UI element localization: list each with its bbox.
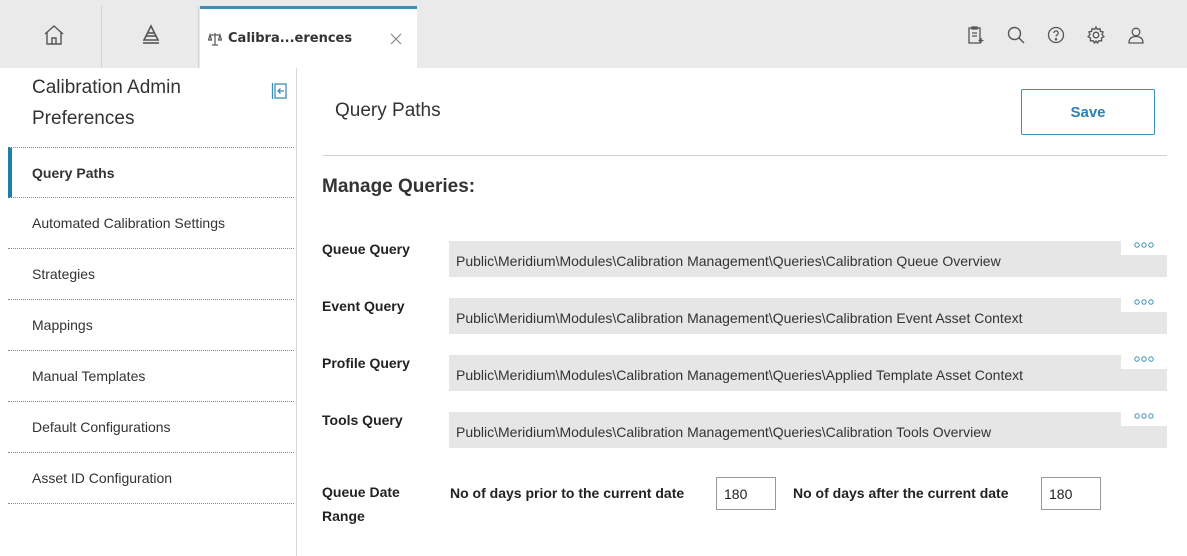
- tools-query-label: Tools Query: [322, 412, 403, 428]
- top-bar: Calibra...erences: [0, 0, 1187, 68]
- clipboard-icon[interactable]: [965, 24, 987, 46]
- gear-icon[interactable]: [1085, 24, 1107, 46]
- home-button[interactable]: [6, 6, 102, 68]
- more-options-icon[interactable]: [1121, 241, 1167, 255]
- queue-date-range-label-line2: Range: [322, 508, 365, 524]
- queue-date-range-label-line1: Queue Date: [322, 484, 400, 500]
- more-options-icon[interactable]: [1121, 412, 1167, 426]
- profile-query-label: Profile Query: [322, 355, 410, 371]
- event-query-label: Event Query: [322, 298, 405, 314]
- sidebar-item-manual-templates[interactable]: Manual Templates: [8, 351, 294, 402]
- event-query-value: Public\Meridium\Modules\Calibration Mana…: [456, 310, 1023, 326]
- close-icon[interactable]: [389, 32, 403, 46]
- asset-hierarchy-button[interactable]: [103, 6, 199, 68]
- queue-query-label: Queue Query: [322, 241, 410, 257]
- days-prior-input[interactable]: [716, 477, 776, 510]
- days-after-input[interactable]: [1041, 477, 1101, 510]
- query-row-queue: Queue Query Public\Meridium\Modules\Cali…: [322, 241, 1167, 277]
- help-icon[interactable]: [1045, 24, 1067, 46]
- query-row-event: Event Query Public\Meridium\Modules\Cali…: [322, 298, 1167, 334]
- sidebar-nav: Query Paths Automated Calibration Settin…: [8, 147, 294, 504]
- more-options-icon[interactable]: [1121, 298, 1167, 312]
- tab-calibration-admin-preferences[interactable]: Calibra...erences: [200, 6, 417, 68]
- collapse-sidebar-icon[interactable]: [270, 82, 288, 100]
- sidebar-item-strategies[interactable]: Strategies: [8, 249, 294, 300]
- more-options-icon[interactable]: [1121, 355, 1167, 369]
- home-icon: [42, 23, 66, 52]
- sidebar-item-mappings[interactable]: Mappings: [8, 300, 294, 351]
- asset-hierarchy-icon: [139, 23, 163, 52]
- divider: [323, 155, 1167, 156]
- profile-query-field[interactable]: Public\Meridium\Modules\Calibration Mana…: [449, 355, 1167, 391]
- queue-query-value: Public\Meridium\Modules\Calibration Mana…: [456, 253, 1001, 269]
- section-heading: Manage Queries:: [322, 176, 476, 197]
- queue-query-field[interactable]: Public\Meridium\Modules\Calibration Mana…: [449, 241, 1167, 277]
- query-row-profile: Profile Query Public\Meridium\Modules\Ca…: [322, 355, 1167, 391]
- query-row-tools: Tools Query Public\Meridium\Modules\Cali…: [322, 412, 1167, 448]
- queue-date-range-label: Queue Date Range: [322, 480, 400, 528]
- sidebar-item-query-paths[interactable]: Query Paths: [8, 147, 294, 198]
- days-prior-label: No of days prior to the current date: [450, 485, 685, 501]
- days-after-label: No of days after the current date: [793, 485, 1009, 501]
- page-title: Query Paths: [335, 100, 441, 121]
- sidebar-item-default-configurations[interactable]: Default Configurations: [8, 402, 294, 453]
- sidebar-title: Calibration Admin Preferences: [32, 77, 181, 129]
- profile-query-value: Public\Meridium\Modules\Calibration Mana…: [456, 367, 1024, 383]
- tools-query-value: Public\Meridium\Modules\Calibration Mana…: [456, 424, 992, 440]
- event-query-field[interactable]: Public\Meridium\Modules\Calibration Mana…: [449, 298, 1167, 334]
- sidebar-item-automated-calibration-settings[interactable]: Automated Calibration Settings: [8, 198, 294, 249]
- user-icon[interactable]: [1125, 24, 1147, 46]
- sidebar: Calibration Admin Preferences Query Path…: [0, 68, 297, 556]
- tab-label: Calibra...erences: [228, 31, 353, 46]
- search-icon[interactable]: [1005, 24, 1027, 46]
- sidebar-item-asset-id-configuration[interactable]: Asset ID Configuration: [8, 453, 294, 504]
- top-icon-group: [965, 24, 1147, 46]
- save-button[interactable]: Save: [1021, 89, 1155, 135]
- tools-query-field[interactable]: Public\Meridium\Modules\Calibration Mana…: [449, 412, 1167, 448]
- scale-icon: [208, 32, 222, 46]
